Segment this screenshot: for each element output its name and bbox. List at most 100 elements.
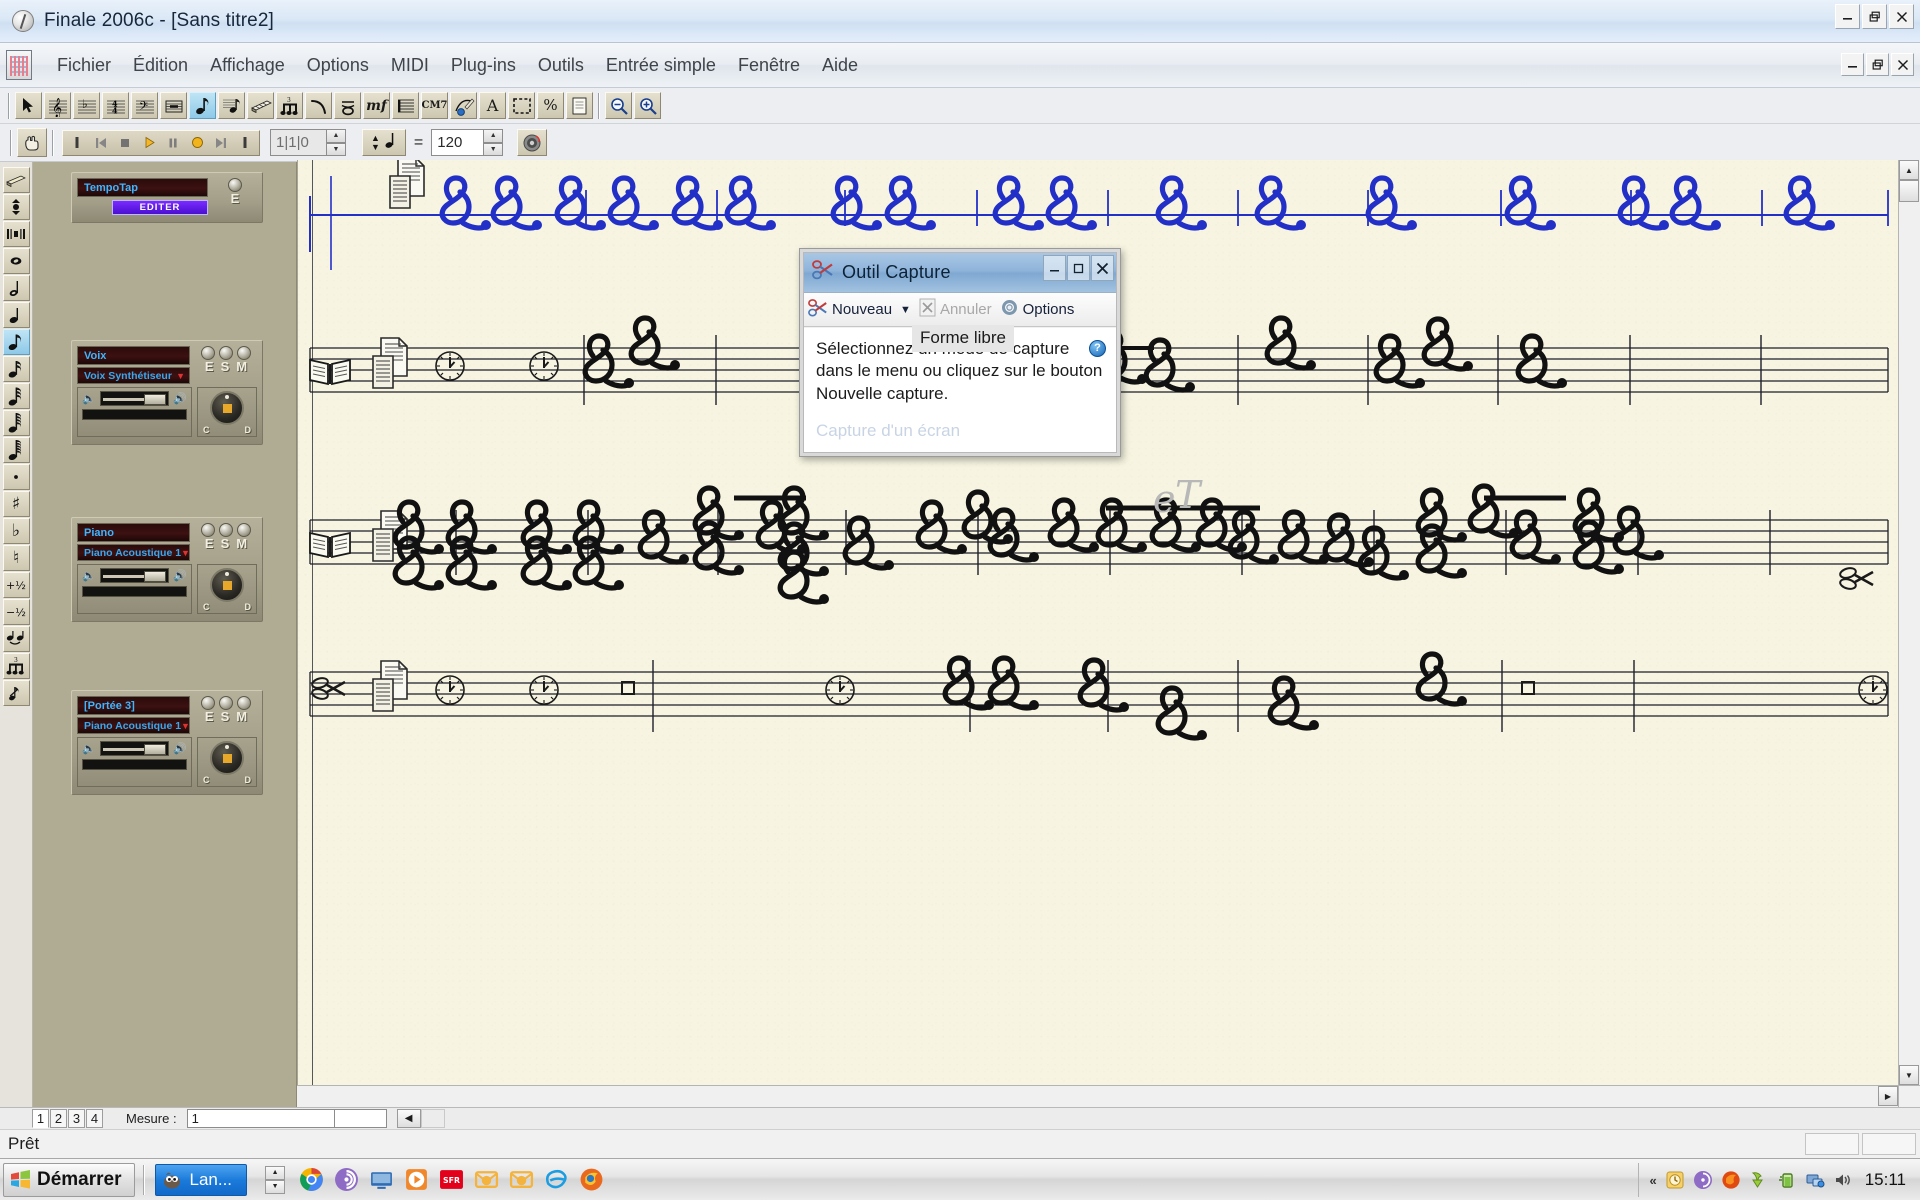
tuplet-tool[interactable]: 3 (276, 92, 303, 119)
page-tab-4[interactable]: 4 (86, 1109, 103, 1128)
playback-pause-button[interactable] (161, 132, 185, 154)
palette-pitch-updown[interactable] (3, 194, 30, 220)
quicklaunch-scroll-down[interactable]: ▼ (265, 1180, 285, 1194)
tempo-spin-arrows[interactable]: ▲ ▼ (483, 129, 503, 156)
quicklaunch-mail-2[interactable] (509, 1167, 534, 1192)
snip-options-button[interactable]: Options (1023, 301, 1075, 318)
palette-sixtyfourth-note[interactable] (3, 410, 30, 436)
new-snip-scissors-icon[interactable] (808, 298, 828, 322)
piano-e-knob[interactable] (201, 523, 215, 537)
snipping-tool-dialog[interactable]: Outil Capture (799, 248, 1121, 457)
measure-tool[interactable] (160, 92, 187, 119)
tray-security-icon[interactable] (1665, 1170, 1685, 1190)
zoom-in-tool[interactable] (634, 92, 661, 119)
piano-volume-slider[interactable] (100, 568, 170, 583)
quicklaunch-media-player[interactable] (404, 1167, 429, 1192)
playback-stop-button[interactable] (113, 132, 137, 154)
palette-triplet[interactable]: 3 (3, 653, 30, 679)
speaker-icon[interactable] (517, 129, 547, 156)
mixer-strip-piano[interactable]: Piano Piano Acoustique 1 ▼ E S (71, 517, 263, 622)
menu-edition[interactable]: Édition (122, 51, 199, 80)
palette-quarter-note[interactable] (3, 302, 30, 328)
portee3-s-knob[interactable] (219, 696, 233, 710)
position-spin-down[interactable]: ▼ (326, 143, 346, 157)
portee3-volume-thumb[interactable] (144, 744, 166, 755)
piano-instrument-select[interactable]: Piano Acoustique 1 ▼ (77, 544, 190, 561)
piano-pan-knob[interactable] (210, 568, 244, 602)
quicklaunch-bittorrent[interactable] (334, 1167, 359, 1192)
time-signature-tool[interactable]: 4 4 (102, 92, 129, 119)
palette-measure[interactable] (3, 221, 30, 247)
tray-power-icon[interactable] (1777, 1170, 1797, 1190)
bass-clef-tool[interactable]: 𝄢 (131, 92, 158, 119)
portee3-esm-controls[interactable]: E S M (195, 696, 257, 734)
scroll-right-button[interactable]: ▶ (1878, 1086, 1898, 1106)
page-tab-3[interactable]: 3 (68, 1109, 85, 1128)
scroll-up-button[interactable]: ▲ (1899, 160, 1919, 180)
palette-flat[interactable]: ♭ (3, 518, 30, 544)
menu-midi[interactable]: MIDI (380, 51, 440, 80)
expression-tool[interactable]: mf (363, 92, 390, 119)
tempotap-edit-button[interactable]: EDITER (112, 200, 208, 215)
playback-go-to-start-button[interactable] (65, 132, 89, 154)
gear-icon[interactable] (1000, 298, 1019, 321)
position-spin-up[interactable]: ▲ (326, 129, 346, 143)
tempo-spin-down[interactable]: ▼ (483, 143, 503, 157)
tray-bittorrent-icon[interactable] (1693, 1170, 1713, 1190)
portee3-pan-control[interactable]: C D (197, 737, 257, 787)
playback-record-button[interactable] (185, 132, 209, 154)
voix-instrument-select[interactable]: Voix Synthétiseur ▼ (77, 367, 190, 384)
taskbar-task-gimp[interactable]: Lan... (155, 1164, 248, 1196)
playback-forward-button[interactable] (209, 132, 233, 154)
mixer-strip-voix[interactable]: Voix Voix Synthétiseur ▼ E S (71, 340, 263, 445)
chevron-down-icon[interactable]: ▼ (181, 721, 190, 731)
close-button[interactable] (1889, 4, 1914, 29)
system-clock[interactable]: 15:11 (1865, 1170, 1906, 1190)
document-restore-button[interactable] (1866, 53, 1889, 76)
quicklaunch-firefox[interactable] (579, 1167, 604, 1192)
zoom-out-tool[interactable] (605, 92, 632, 119)
hand-grab-icon[interactable] (17, 128, 47, 157)
scroll-down-button[interactable]: ▼ (1899, 1065, 1919, 1085)
quicklaunch-chrome[interactable] (299, 1167, 324, 1192)
staff-tool[interactable] (392, 92, 419, 119)
mixer-strip-portee-3[interactable]: [Portée 3] Piano Acoustique 1 ▼ E S (71, 690, 263, 795)
mixer-strip-tempotap[interactable]: TempoTap EDITER E (71, 172, 263, 223)
palette-raise-half-step[interactable]: +½ (3, 572, 30, 598)
chevron-down-icon[interactable]: ▼ (176, 371, 185, 381)
vertical-scroll-thumb[interactable] (1899, 180, 1919, 202)
palette-grace-note[interactable] (3, 680, 30, 706)
piano-m-knob[interactable] (237, 523, 251, 537)
articulation-tool[interactable] (334, 92, 361, 119)
voix-pan-knob[interactable] (210, 391, 244, 425)
page-tab-2[interactable]: 2 (50, 1109, 67, 1128)
voix-volume-thumb[interactable] (144, 394, 166, 405)
quicklaunch-internet-explorer[interactable] (544, 1167, 569, 1192)
palette-natural[interactable]: ♮ (3, 545, 30, 571)
chevron-down-icon[interactable]: ▼ (181, 548, 190, 558)
portee3-pan-knob[interactable] (210, 741, 244, 775)
tempo-stepper[interactable]: 120 ▲ ▼ (431, 129, 503, 156)
chord-tool[interactable]: CM7 (421, 92, 448, 119)
measure-previous-button[interactable]: ◀ (397, 1109, 421, 1128)
tempotap-e-knob[interactable] (228, 178, 242, 192)
piano-volume-thumb[interactable] (144, 571, 166, 582)
smart-shape-tool[interactable] (450, 92, 477, 119)
minimize-button[interactable] (1835, 4, 1860, 29)
palette-half-note[interactable] (3, 275, 30, 301)
slur-tool[interactable] (305, 92, 332, 119)
playback-rewind-button[interactable] (89, 132, 113, 154)
palette-tie[interactable] (3, 626, 30, 652)
tempo-value[interactable]: 120 (431, 129, 483, 156)
palette-thirtysecond-note[interactable] (3, 383, 30, 409)
quicklaunch-scroll-up[interactable]: ▲ (265, 1166, 285, 1180)
voix-esm-controls[interactable]: E S M (195, 346, 257, 384)
restore-button[interactable] (1862, 4, 1887, 29)
menu-options[interactable]: Options (296, 51, 380, 80)
speedy-entry-tool[interactable] (218, 92, 245, 119)
palette-hundredtwentyeighth-note[interactable] (3, 437, 30, 463)
palette-eighth-note[interactable] (3, 329, 30, 355)
portee3-e-knob[interactable] (201, 696, 215, 710)
voix-e-knob[interactable] (201, 346, 215, 360)
menu-outils[interactable]: Outils (527, 51, 595, 80)
